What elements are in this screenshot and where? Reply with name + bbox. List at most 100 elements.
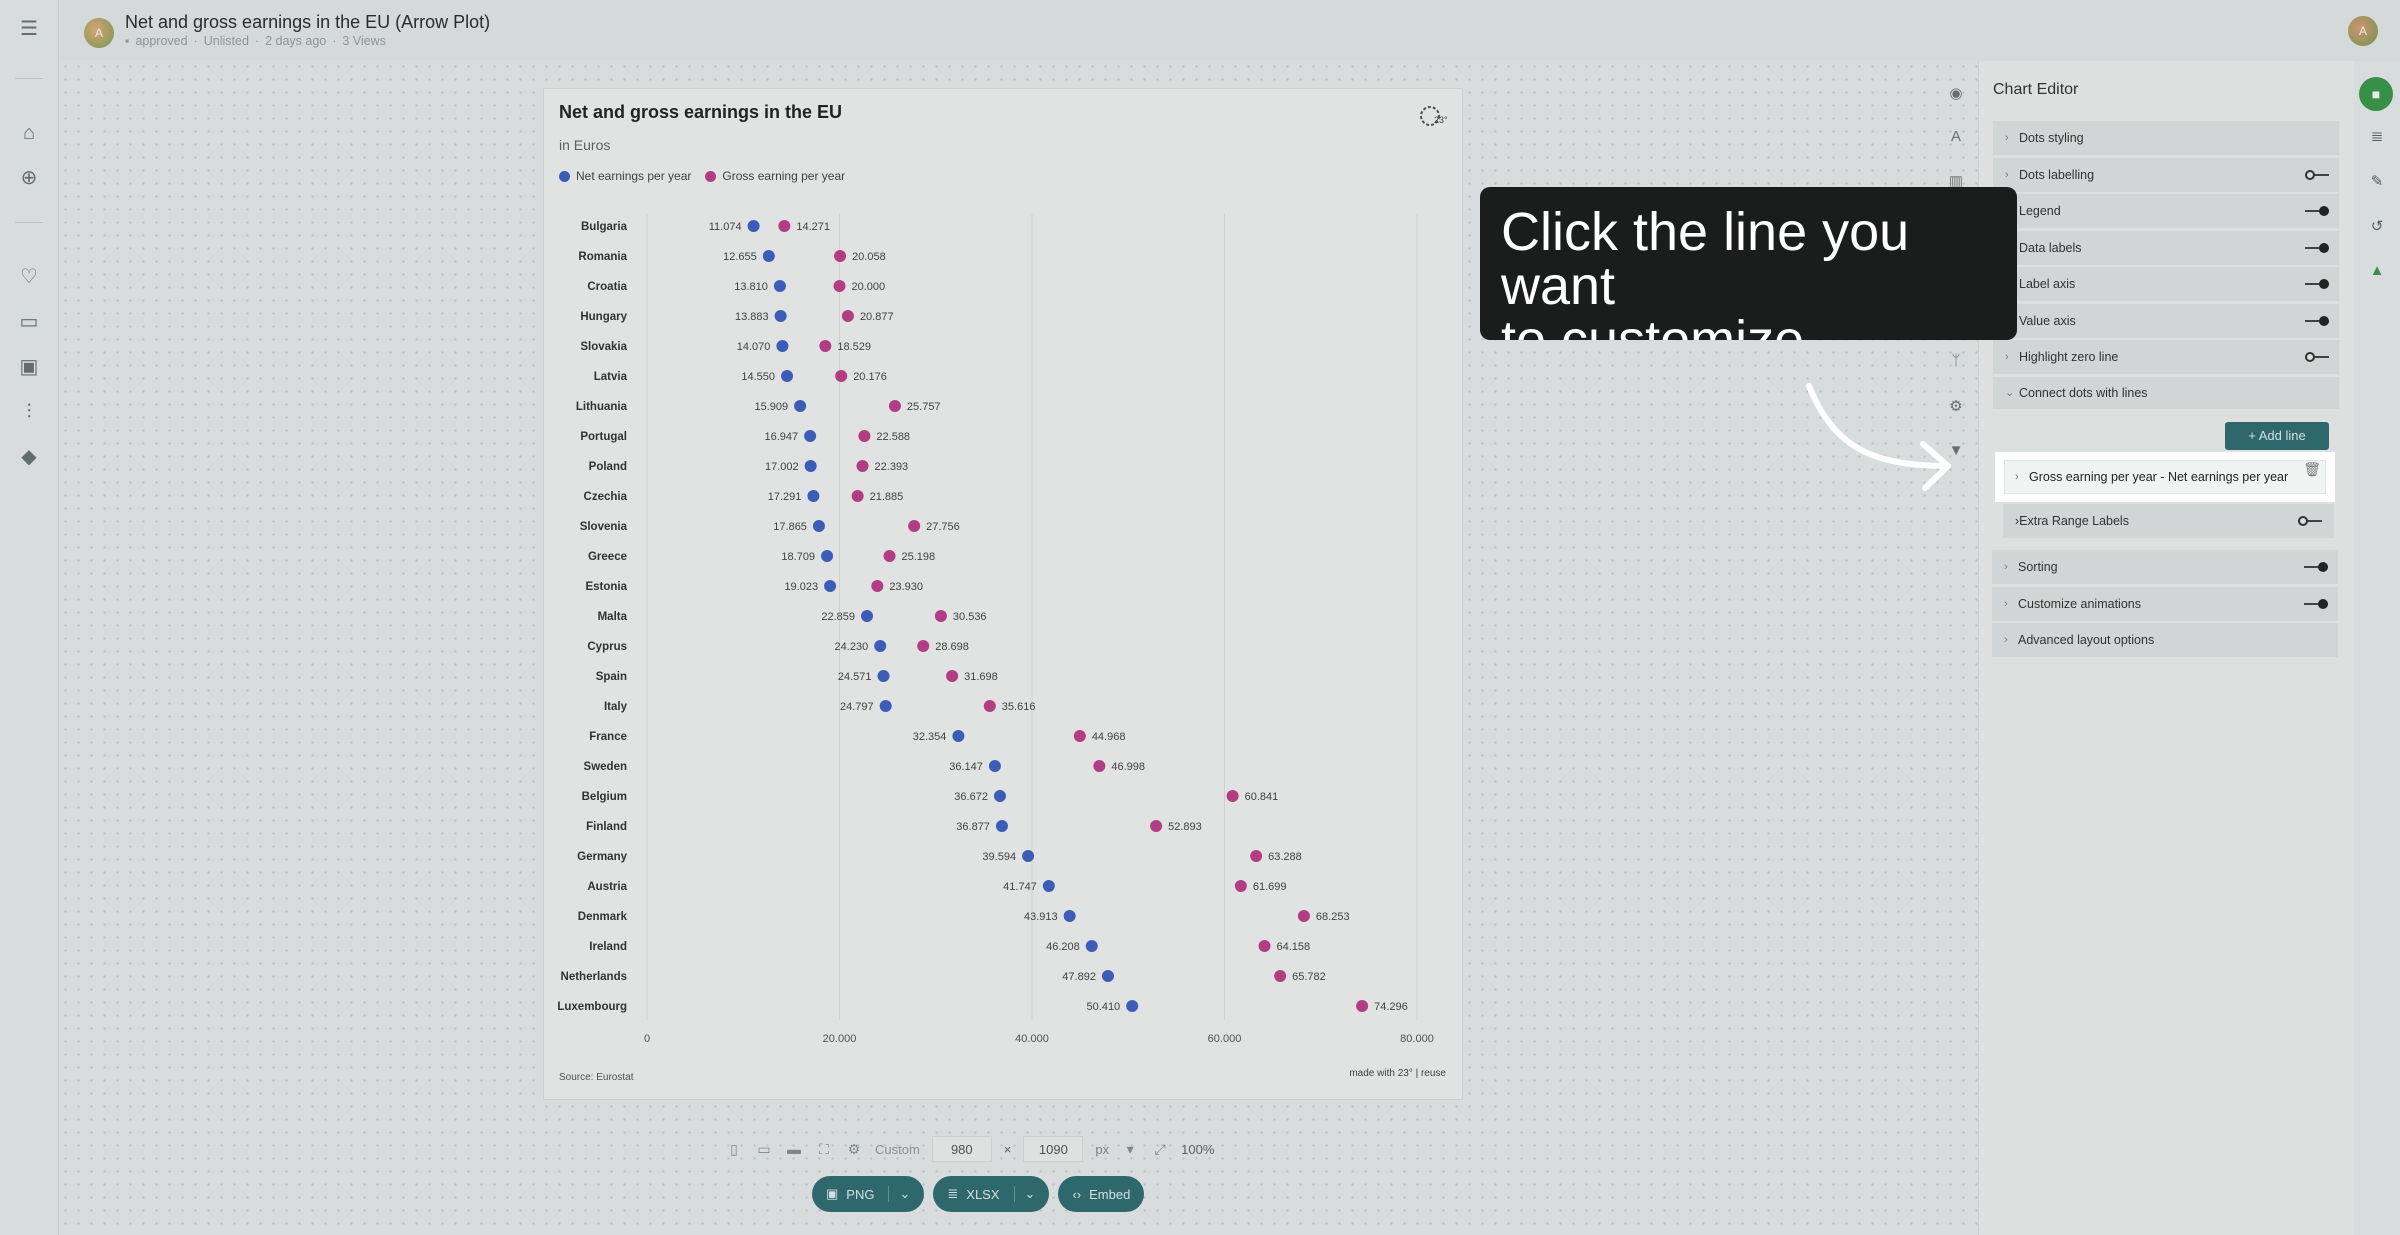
device-laptop-icon[interactable]: ▬ [785,1141,803,1157]
gross-dot[interactable] [851,490,864,502]
net-dot[interactable] [1085,940,1098,952]
net-dot[interactable] [877,670,890,682]
net-dot[interactable] [821,550,834,562]
net-dot[interactable] [812,520,825,532]
gross-dot[interactable] [983,700,996,712]
gross-dot[interactable] [1093,760,1106,772]
editor-section-dots-styling[interactable]: › Dots styling [1993,121,2339,155]
line-item[interactable]: › Gross earning per year - Net earnings p… [2004,460,2326,494]
gross-dot[interactable] [778,220,791,232]
net-dot[interactable] [879,700,892,712]
gross-dot[interactable] [1356,1000,1369,1012]
editor-section-advanced-layout-options[interactable]: › Advanced layout options [1992,623,2338,657]
net-dot[interactable] [1101,970,1114,982]
editor-section-data-labels[interactable]: ›Data labels [1993,230,2339,265]
gross-dot[interactable] [1250,850,1263,862]
toggle-switch[interactable] [2298,516,2322,526]
gross-dot[interactable] [834,250,847,262]
fullscreen-icon[interactable]: ⛶ [815,1141,833,1158]
menu-icon[interactable]: ☰ [18,18,40,40]
net-dot[interactable] [995,820,1008,832]
toggle-switch[interactable] [2305,169,2329,180]
net-dot[interactable] [794,400,807,412]
extra-range-labels-section[interactable]: › Extra Range Labels [2003,504,2334,538]
gross-dot[interactable] [819,340,832,352]
net-dot[interactable] [747,220,760,232]
net-dot[interactable] [781,370,794,382]
size-preset[interactable]: Custom [875,1142,920,1157]
toggle-switch[interactable] [2305,242,2329,253]
png-export-button[interactable]: ▣ PNG ⌄ [812,1176,925,1212]
toggle-switch[interactable] [2305,352,2329,362]
gross-dot[interactable] [856,460,869,472]
net-dot[interactable] [773,280,786,292]
net-dot[interactable] [1022,850,1035,862]
gross-dot[interactable] [1297,910,1310,922]
pencil-icon[interactable]: ✎ [2366,172,2388,190]
editor-section-value-axis[interactable]: ›Value axis [1993,303,2339,338]
made-with-credit[interactable]: made with 23° | reuse [1349,1068,1446,1079]
gross-dot[interactable] [835,370,848,382]
document-title[interactable]: Net and gross earnings in the EU (Arrow … [125,12,490,33]
unit-select[interactable]: px [1095,1142,1109,1157]
toggle-switch[interactable] [2305,279,2329,289]
save-button[interactable]: ■ [2359,77,2393,111]
net-dot[interactable] [824,580,837,592]
gross-dot[interactable] [833,280,846,292]
gross-dot[interactable] [1073,730,1086,742]
editor-section-label-axis[interactable]: ›Label axis [1993,267,2339,301]
heart-icon[interactable]: ♡ [18,266,40,288]
editor-section-sorting[interactable]: › Sorting [1992,550,2338,584]
toggle-switch[interactable] [2304,562,2328,572]
chevron-down-icon[interactable]: ▾ [1121,1141,1139,1158]
net-dot[interactable] [807,490,820,502]
undo-icon[interactable]: ↺ [2366,217,2388,235]
sliders-icon[interactable]: ⫶ [18,401,40,423]
gross-dot[interactable] [908,520,921,532]
brand-a-icon[interactable]: ▲ [2366,262,2388,279]
zoom-level[interactable]: 100% [1181,1142,1214,1157]
net-dot[interactable] [1063,910,1076,922]
net-dot[interactable] [874,640,887,652]
net-dot[interactable] [1126,1000,1139,1012]
net-dot[interactable] [988,760,1001,772]
net-dot[interactable] [804,460,817,472]
legend-item-net[interactable]: Net earnings per year [559,169,691,183]
net-dot[interactable] [952,730,965,742]
user-avatar[interactable]: A [2348,16,2378,46]
net-dot[interactable] [776,340,789,352]
line-item-highlight[interactable]: › Gross earning per year - Net earnings p… [1995,452,2335,502]
add-line-button[interactable]: + Add line [2225,422,2329,450]
gross-dot[interactable] [1150,820,1163,832]
chevron-down-icon[interactable]: ⌄ [888,1186,910,1202]
home-icon[interactable]: ⌂ [18,122,40,144]
editor-section-dots-labelling[interactable]: › Dots labelling [1993,157,2339,192]
gross-dot[interactable] [934,610,947,622]
chevron-down-icon[interactable]: ⌄ [1013,1186,1035,1202]
gross-dot[interactable] [1258,940,1271,952]
editor-section-customize-animations[interactable]: › Customize animations [1992,586,2338,621]
net-dot[interactable] [774,310,787,322]
gross-dot[interactable] [1226,790,1239,802]
gross-dot[interactable] [946,670,959,682]
eye-icon[interactable]: ◉ [1945,84,1967,102]
zoom-fit-icon[interactable]: ⤢ [1151,1141,1169,1158]
text-style-icon[interactable]: A [1945,128,1967,145]
editor-section-legend[interactable]: ›Legend [1993,194,2339,228]
net-dot[interactable] [993,790,1006,802]
toggle-switch[interactable] [2304,598,2328,609]
gross-dot[interactable] [841,310,854,322]
height-input[interactable] [1023,1136,1084,1162]
gross-dot[interactable] [1234,880,1247,892]
net-dot[interactable] [762,250,775,262]
gross-dot[interactable] [888,400,901,412]
chart-plot[interactable]: 0 20.000 40.000 60.000 80.000 Bulgaria 11.074 1… [544,89,1464,1101]
xlsx-export-button[interactable]: ≣ XLSX ⌄ [933,1176,1050,1212]
gross-dot[interactable] [883,550,896,562]
gross-dot[interactable] [858,430,871,442]
embed-button[interactable]: ‹› Embed [1058,1176,1145,1212]
gross-dot[interactable] [917,640,930,652]
add-circle-icon[interactable]: ⊕ [18,167,40,189]
graduation-cap-icon[interactable]: ◆ [18,446,40,468]
width-input[interactable] [931,1136,992,1162]
